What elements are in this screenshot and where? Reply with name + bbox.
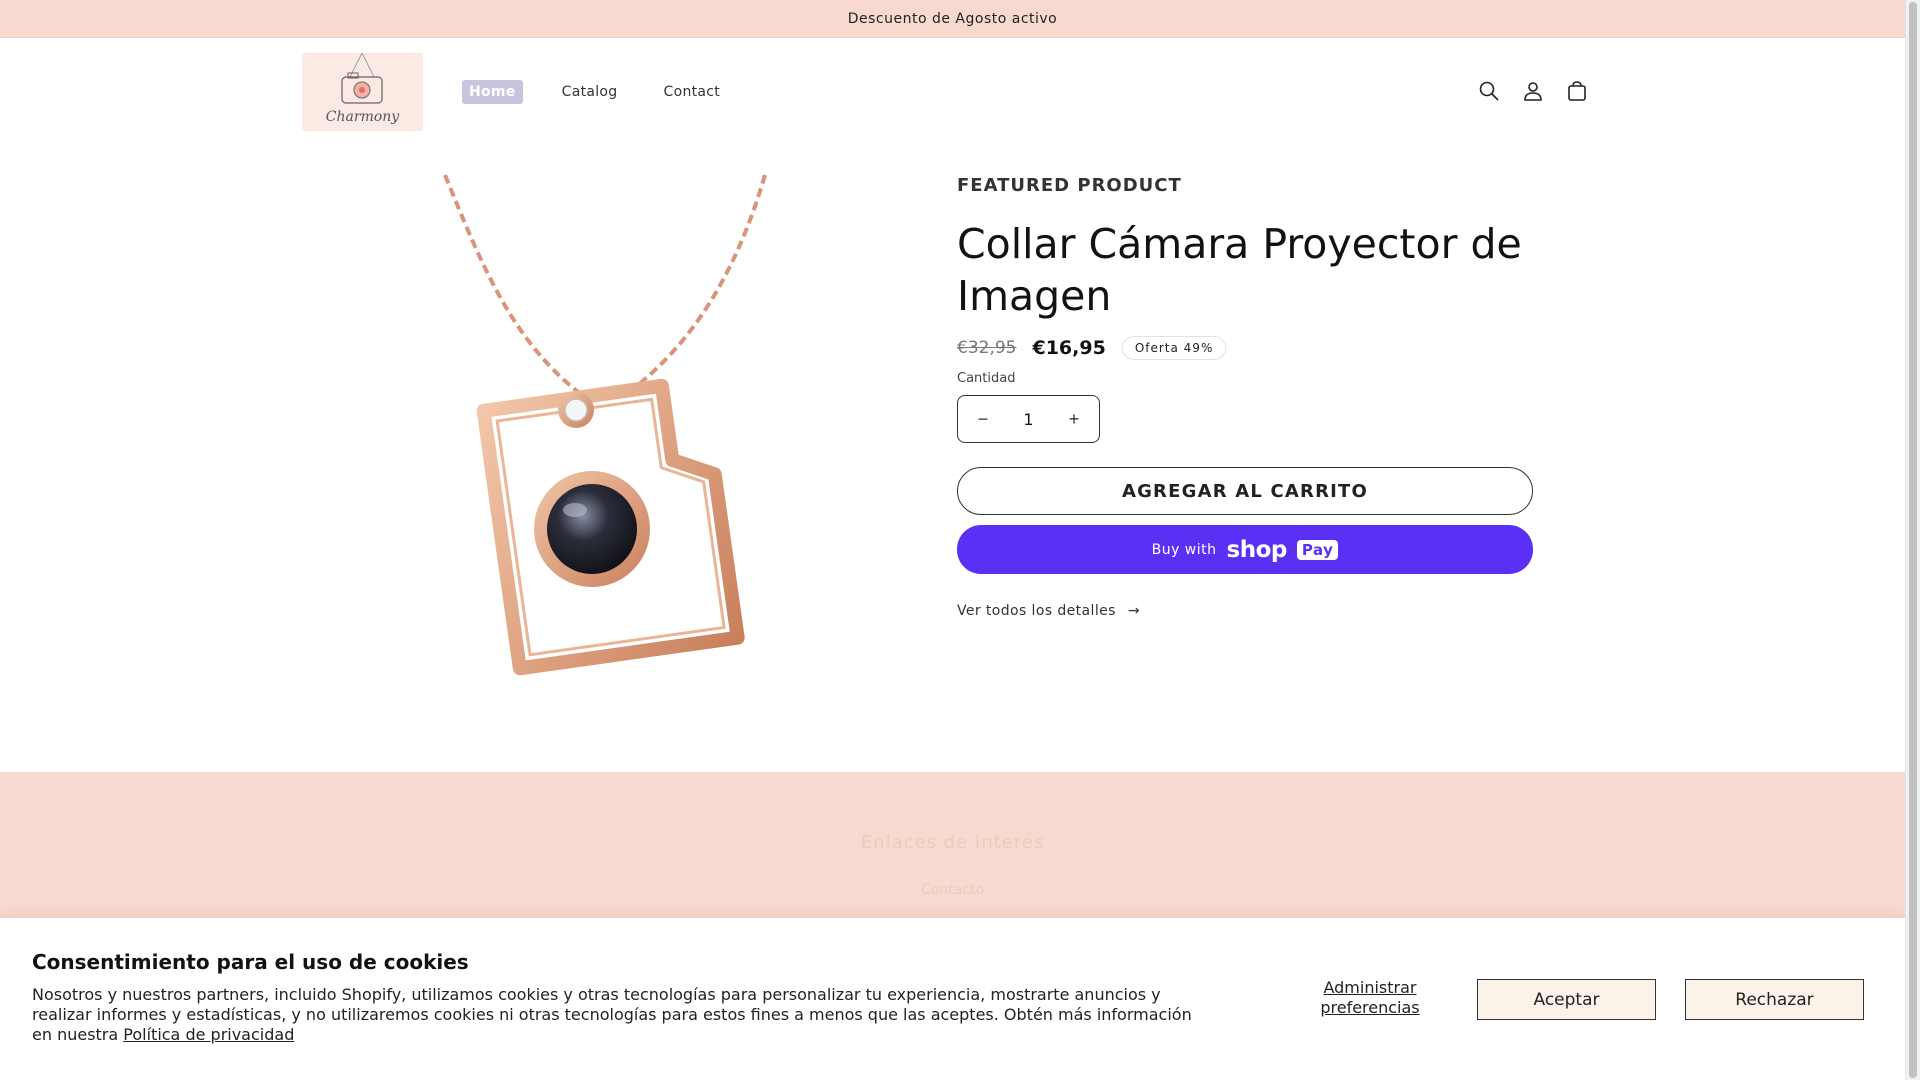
buy-with-label: Buy with bbox=[1151, 541, 1217, 558]
cookie-title: Consentimiento para el uso de cookies bbox=[32, 950, 469, 974]
manage-preferences-link[interactable]: Administrar preferencias bbox=[1300, 978, 1440, 1018]
announcement-text: Descuento de Agosto activo bbox=[847, 10, 1058, 27]
sale-price: €16,95 bbox=[1032, 337, 1106, 359]
logo[interactable]: Charmony bbox=[302, 53, 423, 131]
arrow-right-icon: → bbox=[1127, 603, 1140, 619]
shop-pay-badge: Pay bbox=[1296, 539, 1339, 560]
site-header: Charmony Home Catalog Contact bbox=[0, 38, 1905, 148]
account-icon[interactable] bbox=[1522, 80, 1544, 102]
announcement-bar: Descuento de Agosto activo bbox=[0, 0, 1905, 38]
nav-item-catalog[interactable]: Catalog bbox=[555, 80, 625, 104]
header-icons bbox=[1478, 80, 1588, 102]
product-image[interactable] bbox=[420, 170, 790, 730]
nav-item-contact[interactable]: Contact bbox=[657, 80, 728, 104]
accept-button[interactable]: Aceptar bbox=[1477, 979, 1656, 1020]
product-title: Collar Cámara Proyector de Imagen bbox=[957, 220, 1522, 320]
price-row: €32,95 €16,95 Oferta 49% bbox=[957, 336, 1227, 360]
page-scrollbar[interactable] bbox=[1905, 0, 1920, 1080]
cookie-consent-banner: Consentimiento para el uso de cookies No… bbox=[0, 918, 1905, 1080]
view-details-link[interactable]: Ver todos los detalles → bbox=[957, 603, 1140, 619]
quantity-value[interactable]: 1 bbox=[1023, 410, 1033, 429]
privacy-policy-link[interactable]: Política de privacidad bbox=[123, 1025, 294, 1044]
featured-label: FEATURED PRODUCT bbox=[957, 175, 1182, 196]
shop-pay-logo: shop bbox=[1226, 536, 1288, 563]
view-details-label: Ver todos los detalles bbox=[957, 603, 1116, 619]
old-price: €32,95 bbox=[957, 338, 1017, 358]
footer-title: Enlaces de Interés bbox=[860, 832, 1045, 853]
logo-text: Charmony bbox=[325, 109, 400, 125]
scrollbar-thumb[interactable] bbox=[1909, 2, 1917, 1078]
shop-pay-button[interactable]: Buy with shop Pay bbox=[957, 525, 1533, 574]
cookie-body: Nosotros y nuestros partners, incluido S… bbox=[32, 985, 1202, 1045]
sale-badge: Oferta 49% bbox=[1121, 336, 1227, 360]
decrease-quantity-button[interactable]: − bbox=[972, 409, 994, 430]
footer-link-contact[interactable]: Contacto bbox=[0, 882, 1905, 898]
main-nav: Home Catalog Contact bbox=[462, 80, 727, 104]
quantity-stepper: − 1 + bbox=[957, 395, 1100, 443]
search-icon[interactable] bbox=[1478, 80, 1500, 102]
increase-quantity-button[interactable]: + bbox=[1063, 409, 1085, 430]
necklace-image bbox=[443, 174, 767, 676]
cart-icon[interactable] bbox=[1566, 80, 1588, 102]
nav-item-home[interactable]: Home bbox=[462, 80, 523, 104]
add-to-cart-button[interactable]: AGREGAR AL CARRITO bbox=[957, 467, 1533, 515]
quantity-label: Cantidad bbox=[957, 371, 1016, 386]
reject-button[interactable]: Rechazar bbox=[1685, 979, 1864, 1020]
